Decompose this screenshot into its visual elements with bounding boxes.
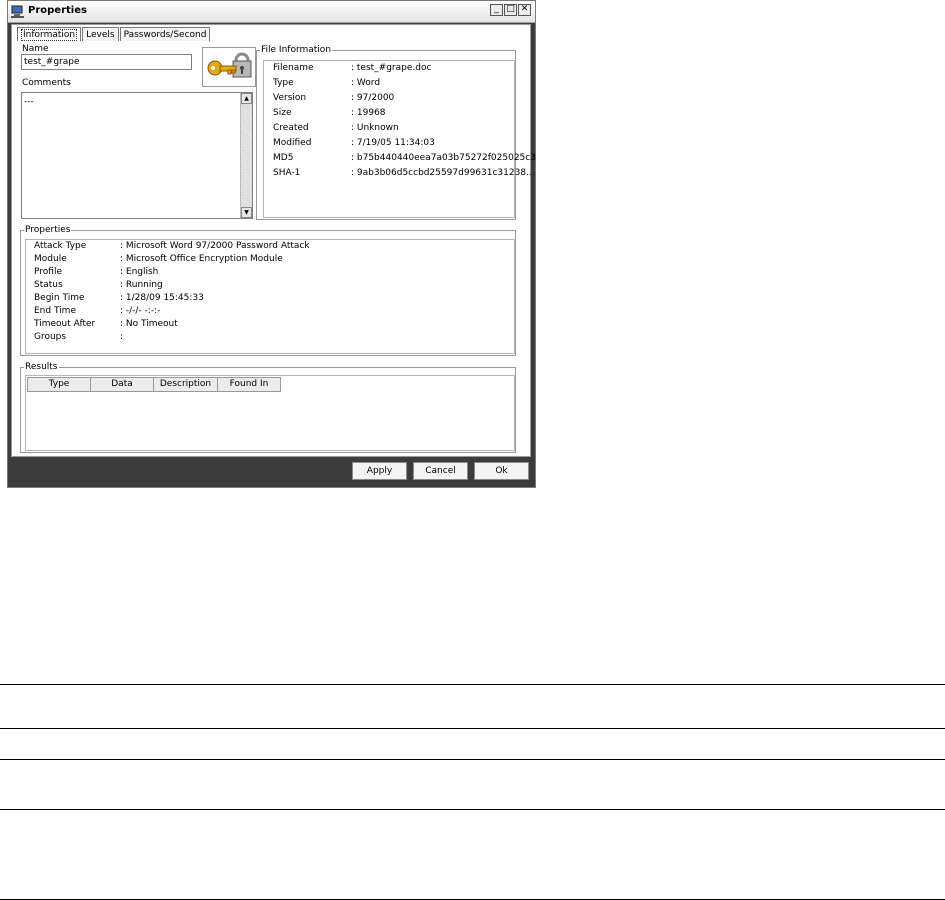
maximize-button[interactable]: □ — [504, 4, 517, 16]
scroll-up-arrow-icon[interactable]: ▲ — [241, 93, 252, 104]
tab-levels[interactable]: Levels — [82, 27, 119, 41]
tab-passwords-second[interactable]: Passwords/Second — [119, 27, 211, 41]
file-info-key: Created — [273, 123, 309, 133]
tab-strip: Information Levels Passwords/Second — [17, 27, 211, 41]
property-value: : English — [120, 267, 159, 277]
column-header-found-in[interactable]: Found In — [217, 377, 281, 392]
properties-list: Attack Type : Microsoft Word 97/2000 Pas… — [25, 239, 515, 354]
file-information-title: File Information — [260, 45, 333, 55]
minimize-button[interactable]: _ — [490, 4, 503, 16]
comments-label: Comments — [22, 78, 71, 88]
file-info-key: Modified — [273, 138, 312, 148]
file-info-key: Version — [273, 93, 307, 103]
property-key: End Time — [34, 306, 76, 316]
file-information-list: Filename : test_#grape.doc Type : Word V… — [263, 60, 536, 218]
property-value: : -/-/- -:-:- — [120, 306, 161, 316]
comments-textarea[interactable]: --- ▲ ▼ — [21, 92, 253, 219]
close-button[interactable]: ✕ — [518, 4, 531, 16]
column-header-type[interactable]: Type — [27, 377, 91, 392]
divider-line — [0, 809, 945, 810]
key-lock-icon — [207, 52, 252, 78]
results-header-row: Type Data Description Found In — [27, 377, 281, 392]
scroll-down-arrow-icon[interactable]: ▼ — [241, 207, 252, 218]
file-info-value: : 7/19/05 11:34:03 — [351, 138, 435, 148]
property-key: Groups — [34, 332, 67, 342]
results-table[interactable]: Type Data Description Found In — [25, 375, 515, 451]
ok-button[interactable]: Ok — [474, 462, 529, 480]
property-value: : No Timeout — [120, 319, 178, 329]
apply-button[interactable]: Apply — [352, 462, 407, 480]
property-value: : 1/28/09 15:45:33 — [120, 293, 204, 303]
property-key: Status — [34, 280, 63, 290]
results-title: Results — [24, 362, 59, 372]
property-key: Timeout After — [34, 319, 96, 329]
name-label: Name — [22, 44, 49, 54]
property-value: : — [120, 332, 124, 342]
property-key: Profile — [34, 267, 62, 277]
file-info-value: : 19968 — [351, 108, 386, 118]
file-info-key: Filename — [273, 63, 314, 73]
file-info-key: MD5 — [273, 153, 294, 163]
property-value: : Microsoft Word 97/2000 Password Attack — [120, 241, 310, 251]
file-info-value: : test_#grape.doc — [351, 63, 432, 73]
properties-window: Properties _ □ ✕ Information Levels Pass… — [7, 0, 536, 488]
property-key: Module — [34, 254, 67, 264]
column-header-description[interactable]: Description — [153, 377, 218, 392]
file-info-key: Size — [273, 108, 292, 118]
divider-line — [0, 759, 945, 760]
tab-information[interactable]: Information — [17, 27, 82, 41]
properties-group: Properties Attack Type : Microsoft Word … — [20, 225, 516, 356]
file-info-value: : b75b440440eea7a03b75272f025025c3 — [351, 153, 536, 163]
key-lock-image — [202, 47, 256, 87]
property-key: Attack Type — [34, 241, 87, 251]
divider-line — [0, 728, 945, 729]
properties-title: Properties — [24, 225, 72, 235]
file-info-key: Type — [273, 78, 294, 88]
title-bar[interactable]: Properties _ □ ✕ — [8, 1, 535, 23]
window-title: Properties — [28, 5, 87, 16]
comments-text: --- — [24, 97, 34, 107]
file-info-value: : Unknown — [351, 123, 399, 133]
property-value: : Running — [120, 280, 163, 290]
property-value: : Microsoft Office Encryption Module — [120, 254, 283, 264]
results-group: Results Type Data Description Found In — [20, 362, 516, 453]
comments-scrollbar[interactable]: ▲ ▼ — [240, 93, 252, 218]
file-info-value: : Word — [351, 78, 381, 88]
name-input[interactable]: test_#grape — [21, 54, 192, 70]
file-info-value: : 97/2000 — [351, 93, 395, 103]
divider-line — [0, 684, 945, 685]
computer-icon — [11, 5, 24, 18]
file-info-value: : 9ab3b06d5ccbd25597d99631c31238... — [351, 168, 535, 178]
property-key: Begin Time — [34, 293, 85, 303]
file-info-key: SHA-1 — [273, 168, 301, 178]
cancel-button[interactable]: Cancel — [413, 462, 468, 480]
file-information-group: File Information Filename : test_#grape.… — [256, 45, 536, 220]
column-header-data[interactable]: Data — [90, 377, 154, 392]
